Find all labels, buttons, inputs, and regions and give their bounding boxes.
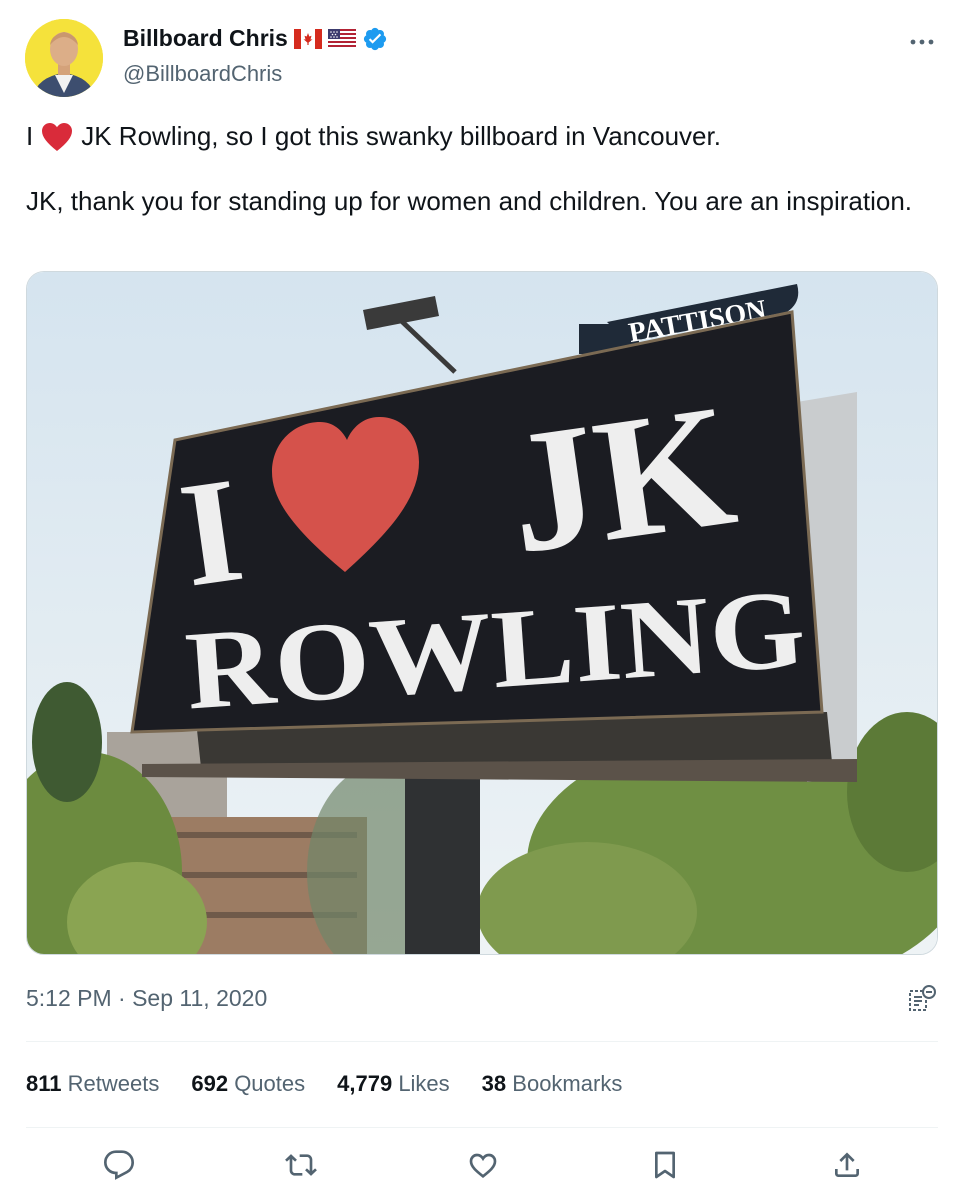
billboard-pole <box>405 752 480 954</box>
avatar[interactable] <box>25 19 103 97</box>
divider-top <box>26 1041 938 1042</box>
more-options-icon[interactable] <box>907 27 937 57</box>
share-icon[interactable] <box>827 1145 867 1185</box>
reply-icon[interactable] <box>99 1145 139 1185</box>
tweet-text: I JK Rowling, so I got this swanky billb… <box>26 120 926 218</box>
author-handle[interactable]: @BillboardChris <box>123 61 282 87</box>
red-heart-emoji-icon <box>41 122 73 152</box>
like-icon[interactable] <box>463 1145 503 1185</box>
tweet-timestamp[interactable]: 5:12 PM · Sep 11, 2020 <box>26 985 267 1012</box>
canada-flag-icon <box>293 28 322 49</box>
tweet-text-prefix: I <box>26 121 34 151</box>
tweet-stats: 811 Retweets 692 Quotes 4,779 Likes 38 B… <box>26 1071 622 1097</box>
billboard-text-jk: JK <box>497 367 745 590</box>
tweet-media-image[interactable]: PATTISON I JK ROWLING <box>26 271 938 955</box>
bookmarks-stat[interactable]: 38 Bookmarks <box>482 1071 623 1097</box>
usa-flag-icon <box>327 28 356 49</box>
view-analytics-icon[interactable] <box>907 984 937 1014</box>
retweet-icon[interactable] <box>281 1145 321 1185</box>
tweet-actions <box>26 1145 938 1189</box>
tweet-text-suffix: JK Rowling, so I got this swanky billboa… <box>81 121 721 151</box>
bookmark-icon[interactable] <box>645 1145 685 1185</box>
tweet-text-paragraph2: JK, thank you for standing up for women … <box>26 186 913 216</box>
retweets-stat[interactable]: 811 Retweets <box>26 1071 159 1097</box>
name-row: Billboard Chris <box>123 25 388 52</box>
divider-bottom <box>26 1127 938 1128</box>
tweet-text-line1: I JK Rowling, so I got this swanky billb… <box>26 120 926 153</box>
quotes-stat[interactable]: 692 Quotes <box>191 1071 305 1097</box>
likes-stat[interactable]: 4,779 Likes <box>337 1071 450 1097</box>
tweet-header: Billboard Chris @BillboardChris <box>25 17 937 97</box>
display-name[interactable]: Billboard Chris <box>123 25 288 52</box>
verified-badge-icon[interactable] <box>362 26 388 52</box>
